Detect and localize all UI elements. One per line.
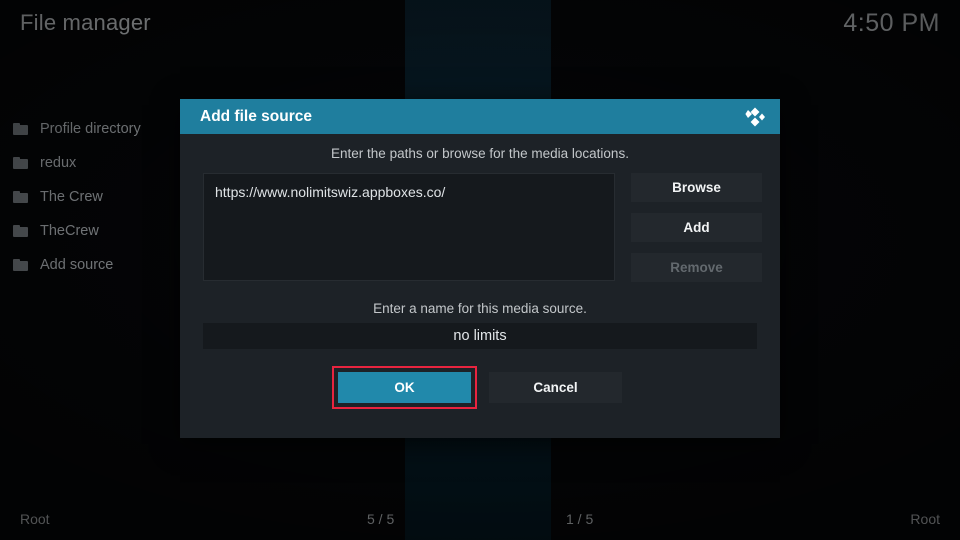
list-item-label: TheCrew — [40, 223, 99, 239]
folder-icon — [13, 259, 28, 271]
dialog-title: Add file source — [200, 108, 312, 126]
add-button[interactable]: Add — [631, 213, 762, 242]
browse-button[interactable]: Browse — [631, 173, 762, 202]
list-item-label: redux — [40, 155, 76, 171]
dialog-header: Add file source — [180, 99, 780, 134]
status-right-path: Root — [910, 511, 940, 527]
path-action-buttons: Browse Add Remove — [631, 173, 762, 282]
add-file-source-dialog: Add file source Enter the paths or brows… — [180, 99, 780, 438]
folder-icon — [13, 157, 28, 169]
remove-button: Remove — [631, 253, 762, 282]
name-hint-label: Enter a name for this media source. — [180, 301, 780, 316]
folder-icon — [13, 225, 28, 237]
status-left-path: Root — [20, 511, 50, 527]
list-item-label: The Crew — [40, 189, 103, 205]
page-title: File manager — [20, 10, 151, 36]
list-item-label: Add source — [40, 257, 113, 273]
ok-button-wrapper: OK — [338, 372, 471, 403]
status-bar: Root 5 / 5 1 / 5 Root — [0, 500, 960, 540]
clock: 4:50 PM — [843, 9, 940, 38]
name-input[interactable]: no limits — [203, 323, 757, 349]
cancel-button[interactable]: Cancel — [489, 372, 622, 403]
ok-button[interactable]: OK — [338, 372, 471, 403]
status-right-count: 1 / 5 — [566, 511, 593, 527]
path-row: https://www.nolimitswiz.appboxes.co/ Bro… — [203, 173, 764, 282]
top-bar: File manager 4:50 PM — [0, 0, 960, 46]
status-left-count: 5 / 5 — [367, 511, 394, 527]
folder-icon — [13, 191, 28, 203]
kodi-logo-icon — [741, 104, 767, 130]
path-input[interactable]: https://www.nolimitswiz.appboxes.co/ — [203, 173, 615, 281]
kodi-screen: File manager 4:50 PM Profile directory r… — [0, 0, 960, 540]
dialog-action-row: OK Cancel — [180, 372, 780, 403]
path-hint-label: Enter the paths or browse for the media … — [180, 134, 780, 161]
dialog-body: Enter the paths or browse for the media … — [180, 134, 780, 438]
list-item-label: Profile directory — [40, 121, 141, 137]
folder-icon — [13, 123, 28, 135]
